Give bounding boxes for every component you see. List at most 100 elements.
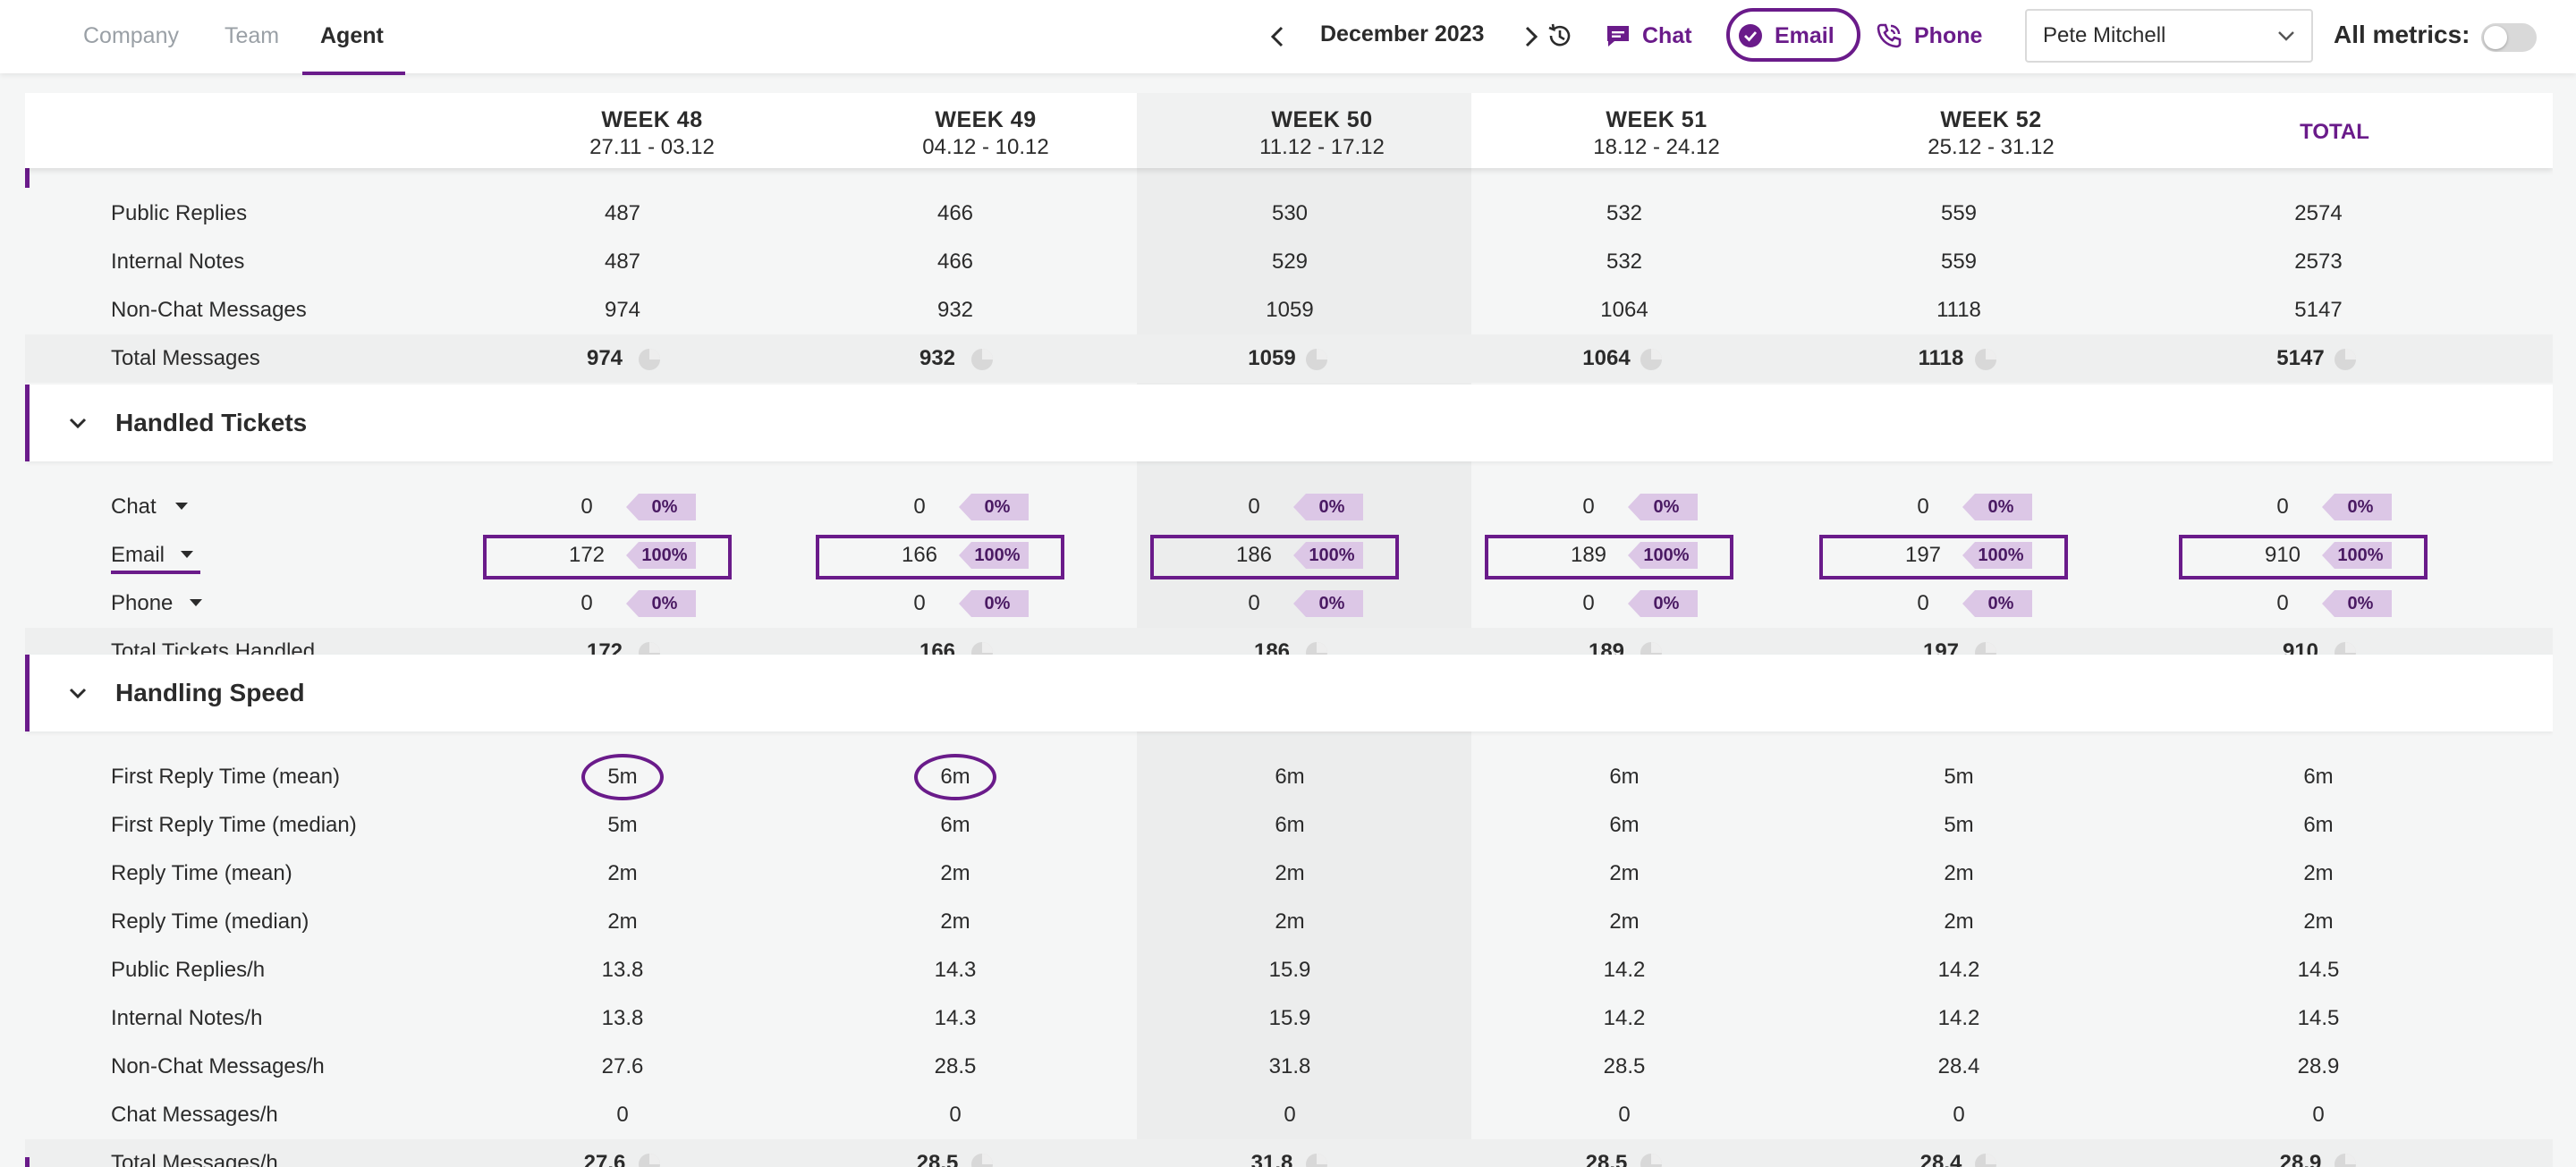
chevron-left-icon[interactable] <box>1261 20 1295 54</box>
table-row: Internal Notes/h 13.8 14.3 15.9 14.2 14.2 14.5 <box>25 994 2553 1043</box>
pie-chart-icon[interactable] <box>1640 349 1662 370</box>
cell-value: 0 <box>580 495 593 519</box>
highlight-box <box>816 535 1064 579</box>
row-label-non-chat-messages-h: Non-Chat Messages/h <box>111 1054 325 1078</box>
section-title: Handled Tickets <box>115 409 308 436</box>
cell-value: 0 <box>1248 495 1260 519</box>
cell-value: 15.9 <box>1268 1006 1311 1030</box>
cell-value: 0 <box>1284 1103 1296 1127</box>
cell-value: 2574 <box>2294 201 2343 225</box>
cell-value: 6m <box>1609 813 1640 837</box>
section-header[interactable]: Handling Speed <box>25 655 2553 731</box>
table-row: Public Replies 487 466 530 532 559 2574 <box>25 190 2553 238</box>
section-accent-line <box>25 168 30 188</box>
cell-value: 529 <box>1271 249 1309 274</box>
history-icon[interactable] <box>1544 20 1576 52</box>
cell-value: 0 <box>1582 591 1595 615</box>
col-week-48: WEEK 48 27.11 - 03.12 <box>589 107 715 159</box>
cell-value: 5147 <box>2294 298 2343 322</box>
phone-icon <box>1877 23 1902 48</box>
cell-value: 14.3 <box>934 1006 977 1030</box>
cell-value: 15.9 <box>1268 958 1311 982</box>
cell-value: 13.8 <box>601 958 644 982</box>
table-row: Public Replies/h 13.8 14.3 15.9 14.2 14.2 14.5 <box>25 946 2553 994</box>
table-row: Reply Time (mean) 2m 2m 2m 2m 2m 2m <box>25 850 2553 898</box>
current-month: December 2023 <box>1320 21 1485 47</box>
highlight-ring <box>914 754 996 800</box>
row-label-chat-messages-h: Chat Messages/h <box>111 1103 278 1127</box>
percent-badge: 0% <box>2322 590 2392 617</box>
table-row: Chat 0 0% 0 0% 0 0% 0 0% 0 0% 0 0% <box>25 483 2553 531</box>
cell-value: 0 <box>1618 1103 1631 1127</box>
percent-badge: 0% <box>959 494 1029 520</box>
cell-value: 2m <box>2303 909 2334 934</box>
section-header[interactable]: Handled Tickets <box>25 385 2553 461</box>
cell-value: 0 <box>2276 591 2289 615</box>
percent-badge: 0% <box>626 590 696 617</box>
row-label-public-replies-h: Public Replies/h <box>111 958 266 982</box>
agent-select[interactable]: Pete Mitchell <box>2025 9 2313 63</box>
caret-down-icon[interactable] <box>190 599 202 606</box>
col-week-51: WEEK 51 18.12 - 24.12 <box>1593 107 1720 159</box>
row-label-total-messages-h: Total Messages/h <box>111 1151 278 1167</box>
cell-value: 532 <box>1606 249 1643 274</box>
cell-value: 31.8 <box>1268 1054 1311 1078</box>
agent-select-value: Pete Mitchell <box>2043 23 2166 47</box>
cell-value: 532 <box>1606 201 1643 225</box>
pie-chart-icon[interactable] <box>971 349 993 370</box>
cell-value: 6m <box>2303 765 2334 789</box>
cell-value: 466 <box>936 201 974 225</box>
tab-team[interactable]: Team <box>225 0 279 73</box>
highlight-box <box>483 535 732 579</box>
channel-phone-button[interactable]: Phone <box>1875 9 1982 63</box>
col-week-50: WEEK 50 11.12 - 17.12 <box>1259 107 1385 159</box>
cell-value: 487 <box>604 201 641 225</box>
row-label-non-chat-messages: Non-Chat Messages <box>111 298 307 322</box>
all-metrics-toggle[interactable] <box>2481 23 2537 52</box>
cell-value: 0 <box>2312 1103 2325 1127</box>
chevron-right-icon[interactable] <box>1513 20 1547 54</box>
row-label-first-reply-time-median: First Reply Time (median) <box>111 813 357 837</box>
cell-value: 14.2 <box>1603 958 1646 982</box>
caret-down-icon[interactable] <box>175 503 188 510</box>
total-row: Total Messages 974 932 1059 1064 1118 5147 <box>25 334 2553 383</box>
chevron-down-icon[interactable] <box>65 681 90 706</box>
cell-value: 1059 <box>1266 298 1314 322</box>
table-row: Reply Time (median) 2m 2m 2m 2m 2m 2m <box>25 898 2553 946</box>
caret-down-icon[interactable] <box>181 551 193 558</box>
pie-chart-icon[interactable] <box>2334 349 2356 370</box>
table-row: First Reply Time (median) 5m 6m 6m 6m 5m 6m <box>25 801 2553 850</box>
section-title: Handling Speed <box>115 679 305 706</box>
row-label-chat[interactable]: Chat <box>111 495 157 520</box>
channel-chat-button[interactable]: Chat <box>1605 9 1692 63</box>
pie-chart-icon[interactable] <box>1975 349 1996 370</box>
cell-value: 0 <box>913 495 926 519</box>
row-label-email[interactable]: Email <box>111 543 165 568</box>
cell-value: 2m <box>1609 909 1640 934</box>
cell-value: 0 <box>913 591 926 615</box>
highlight-box <box>1150 535 1399 579</box>
row-label-phone[interactable]: Phone <box>111 591 173 616</box>
cell-value: 0 <box>1582 495 1595 519</box>
col-week-49: WEEK 49 04.12 - 10.12 <box>922 107 1049 159</box>
tab-agent[interactable]: Agent <box>320 0 384 73</box>
chevron-down-icon <box>2278 31 2294 41</box>
percent-badge: 0% <box>959 590 1029 617</box>
highlight-box <box>1819 535 2068 579</box>
total-row: Total Messages/h 27.6 28.5 31.8 28.5 28.4 28.9 <box>25 1139 2553 1167</box>
channel-email-button[interactable]: Email <box>1737 9 1835 63</box>
cell-value: 28.5 <box>934 1054 977 1078</box>
tab-company[interactable]: Company <box>83 0 179 73</box>
percent-badge: 0% <box>626 494 696 520</box>
cell-value: 2m <box>1609 861 1640 885</box>
cell-value: 559 <box>1940 201 1978 225</box>
percent-badge: 0% <box>1962 494 2032 520</box>
cell-value: 2m <box>940 909 970 934</box>
row-label-first-reply-time-mean: First Reply Time (mean) <box>111 765 341 789</box>
cell-value: 14.5 <box>2297 1006 2340 1030</box>
pie-chart-icon[interactable] <box>1306 349 1327 370</box>
chevron-down-icon[interactable] <box>65 411 90 436</box>
cell-value: 27.6 <box>601 1054 644 1078</box>
pie-chart-icon[interactable] <box>639 349 660 370</box>
cell-value: 14.5 <box>2297 958 2340 982</box>
